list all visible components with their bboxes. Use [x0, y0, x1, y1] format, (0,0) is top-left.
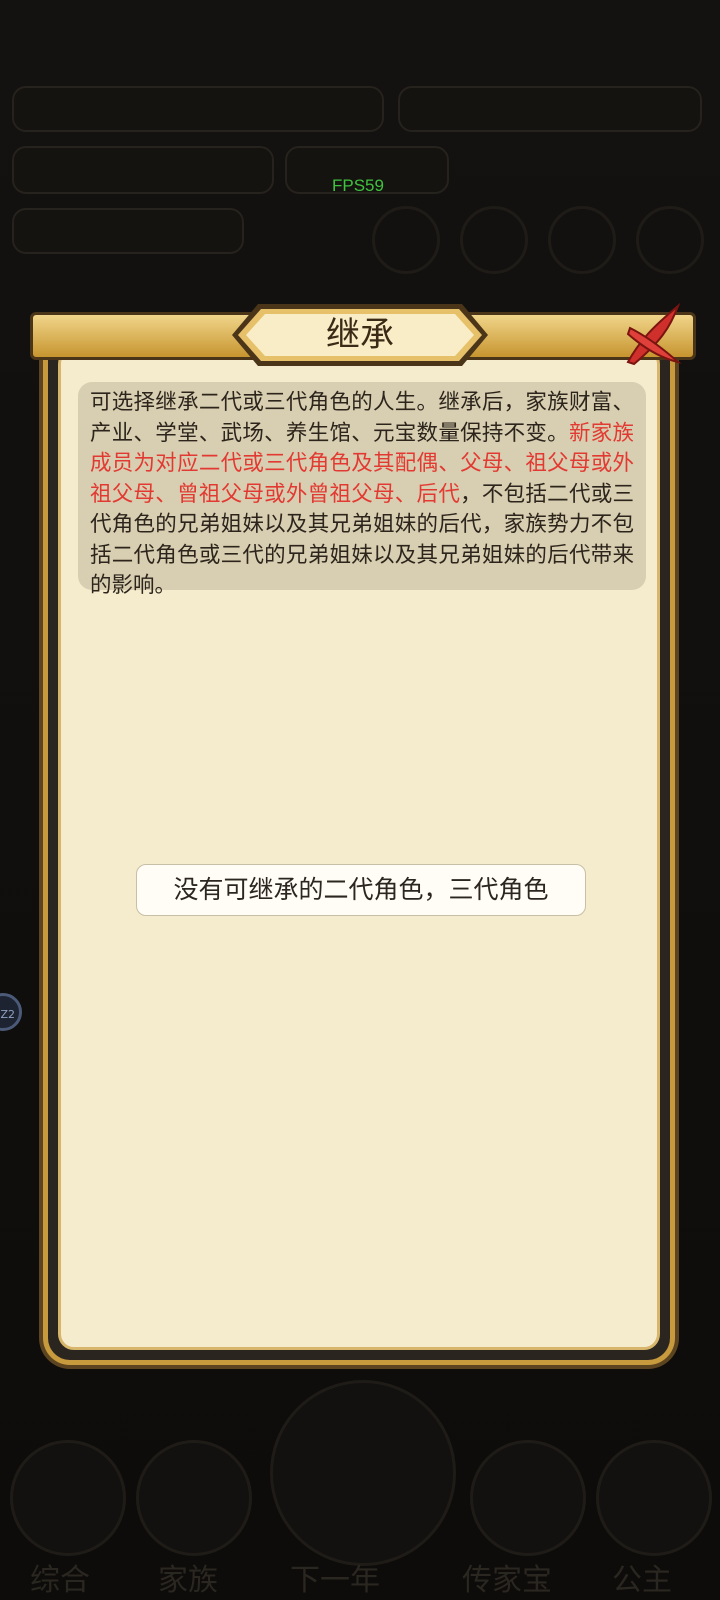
close-button[interactable]	[620, 300, 686, 370]
fps-counter: FPS59	[332, 176, 384, 195]
bg-nav-circle-3	[470, 1440, 586, 1556]
close-icon	[626, 302, 682, 366]
empty-state-message: 没有可继承的二代角色，三代角色	[136, 864, 586, 916]
dialog-title-plate: 继承	[218, 300, 502, 370]
bg-nav-circle-1	[10, 1440, 126, 1556]
bg-nav-circle-2	[136, 1440, 252, 1556]
bg-nav-label: 下一年	[290, 1563, 380, 1598]
bg-nav-label: 家族	[158, 1563, 218, 1598]
bg-nav-label: 传家宝	[462, 1563, 552, 1598]
bg-second-bar-left	[12, 146, 274, 194]
bg-nav-circle-4	[596, 1440, 712, 1556]
bg-next-year-circle	[270, 1380, 456, 1566]
bg-icon-4	[636, 206, 704, 274]
bg-top-bar-right	[398, 86, 702, 132]
bg-icon-2	[460, 206, 528, 274]
bg-icon-3	[548, 206, 616, 274]
bg-third-bar	[12, 208, 244, 254]
bg-nav-label: 公主	[612, 1563, 672, 1598]
dialog-title: 继承	[326, 315, 394, 355]
info-text-lead: 可选择继承二代或三代角色的人生。继承后，家族财富、产业、学堂、武场、养生馆、元宝…	[90, 390, 634, 446]
bg-nav-label: 综合	[30, 1563, 90, 1598]
bg-icon-1	[372, 206, 440, 274]
bg-top-bar-left	[12, 86, 384, 132]
inherit-info-text: 可选择继承二代或三代角色的人生。继承后，家族财富、产业、学堂、武场、养生馆、元宝…	[78, 382, 646, 598]
